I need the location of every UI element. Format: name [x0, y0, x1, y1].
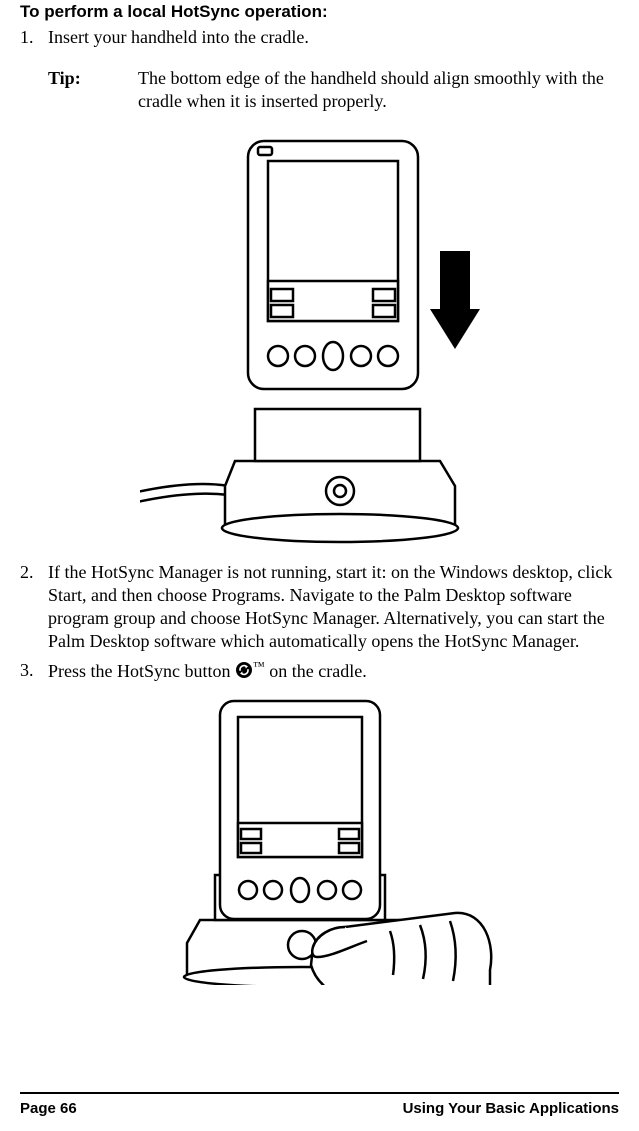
press-hotsync-illustration [145, 695, 495, 985]
tip-text: The bottom edge of the handheld should a… [138, 67, 619, 113]
page: To perform a local HotSync operation: 1.… [0, 0, 639, 1131]
section-heading: To perform a local HotSync operation: [20, 0, 619, 22]
figure-handheld-into-cradle [20, 131, 619, 551]
step-number: 3. [20, 659, 48, 683]
step-text-part-b: on the cradle. [265, 661, 367, 681]
steps-list-cont: 2. If the HotSync Manager is not running… [20, 561, 619, 683]
step-2: 2. If the HotSync Manager is not running… [20, 561, 619, 653]
figure-press-hotsync [20, 695, 619, 985]
hotsync-icon [235, 661, 253, 679]
tip-label: Tip: [48, 67, 138, 113]
step-text: Insert your handheld into the cradle. [48, 26, 619, 49]
tip-block: Tip: The bottom edge of the handheld sho… [48, 67, 619, 113]
cradle-insert-illustration [140, 131, 500, 551]
page-footer: Page 66 Using Your Basic Applications [20, 1092, 619, 1117]
step-text: If the HotSync Manager is not running, s… [48, 561, 619, 653]
page-number: Page 66 [20, 1100, 77, 1117]
step-text: Press the HotSync button ™ on the cradle… [48, 659, 619, 683]
step-1: 1. Insert your handheld into the cradle. [20, 26, 619, 49]
step-3: 3. Press the HotSync button ™ on the cra… [20, 659, 619, 683]
step-number: 2. [20, 561, 48, 653]
trademark-symbol: ™ [253, 659, 265, 673]
step-number: 1. [20, 26, 48, 49]
chapter-title: Using Your Basic Applications [403, 1100, 619, 1117]
steps-list: 1. Insert your handheld into the cradle. [20, 26, 619, 49]
step-text-part-a: Press the HotSync button [48, 661, 235, 681]
